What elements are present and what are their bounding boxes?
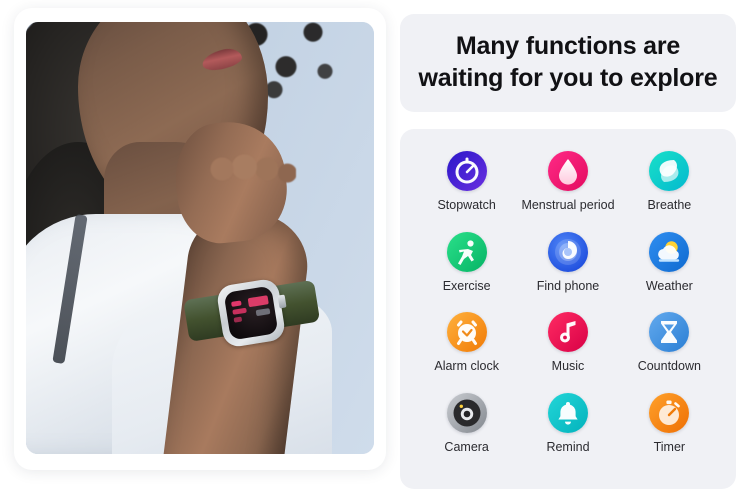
breathe-leaf-icon[interactable] bbox=[649, 151, 690, 191]
knuckles-shape bbox=[210, 152, 296, 186]
droplet-icon[interactable] bbox=[547, 151, 588, 191]
feature-tile[interactable]: Find phone bbox=[517, 231, 618, 293]
music-note-icon[interactable] bbox=[547, 312, 588, 352]
heading-panel: Many functions are waiting for you to ex… bbox=[400, 14, 736, 112]
feature-label: Remind bbox=[546, 439, 590, 454]
feature-label: Stopwatch bbox=[437, 198, 496, 212]
feature-tile[interactable]: Menstrual period bbox=[517, 151, 618, 212]
feature-label: Find phone bbox=[536, 278, 600, 293]
page-title-line-1: Many functions are bbox=[455, 32, 681, 60]
feature-label: Music bbox=[551, 359, 585, 373]
feature-tile[interactable]: Stopwatch bbox=[416, 151, 517, 212]
watch-screen bbox=[223, 285, 279, 341]
feature-label: Menstrual period bbox=[521, 198, 615, 212]
feature-label: Alarm clock bbox=[434, 359, 499, 373]
feature-tile[interactable]: Alarm clock bbox=[416, 312, 517, 373]
hourglass-icon[interactable] bbox=[649, 312, 690, 352]
feature-tile[interactable]: Timer bbox=[619, 392, 720, 454]
feature-tile[interactable]: Weather bbox=[619, 231, 720, 293]
right-column: Many functions are waiting for you to ex… bbox=[400, 8, 736, 489]
watch-screen-element bbox=[232, 307, 247, 315]
feature-tile[interactable]: Music bbox=[517, 312, 618, 373]
camera-lens-icon[interactable] bbox=[446, 392, 487, 433]
sun-cloud-icon[interactable] bbox=[649, 231, 690, 272]
product-photo-card bbox=[14, 8, 386, 470]
watch-screen-element bbox=[233, 316, 243, 323]
running-person-icon[interactable] bbox=[446, 231, 487, 272]
feature-tile[interactable]: Breathe bbox=[619, 151, 720, 212]
lifestyle-photo bbox=[26, 22, 374, 454]
watch-screen-element bbox=[231, 300, 242, 307]
feature-label: Breathe bbox=[647, 198, 692, 212]
watch-screen-subtext bbox=[255, 308, 271, 317]
feature-tile[interactable]: Remind bbox=[517, 392, 618, 454]
page-title-line-2: waiting for you to explore bbox=[418, 64, 718, 92]
feature-icon-grid: Stopwatch Menstrual period Breathe Exerc… bbox=[400, 129, 736, 489]
find-phone-radar-icon[interactable] bbox=[547, 231, 588, 272]
feature-label: Weather bbox=[645, 278, 693, 293]
feature-tile[interactable]: Countdown bbox=[619, 312, 720, 373]
feature-label: Camera bbox=[444, 439, 489, 454]
feature-label: Countdown bbox=[637, 359, 701, 373]
smartwatch bbox=[183, 274, 321, 353]
timer-icon[interactable] bbox=[649, 392, 690, 433]
feature-label: Timer bbox=[653, 439, 686, 454]
feature-tile[interactable]: Exercise bbox=[416, 231, 517, 293]
product-feature-page: Many functions are waiting for you to ex… bbox=[0, 0, 750, 503]
stopwatch-icon[interactable] bbox=[446, 151, 487, 191]
page-title: Many functions are waiting for you to ex… bbox=[418, 30, 718, 94]
feature-tile[interactable]: Camera bbox=[416, 392, 517, 454]
bell-icon[interactable] bbox=[547, 392, 588, 433]
watch-screen-time bbox=[247, 295, 269, 308]
alarm-clock-icon[interactable] bbox=[446, 312, 487, 352]
feature-label: Exercise bbox=[442, 278, 491, 293]
